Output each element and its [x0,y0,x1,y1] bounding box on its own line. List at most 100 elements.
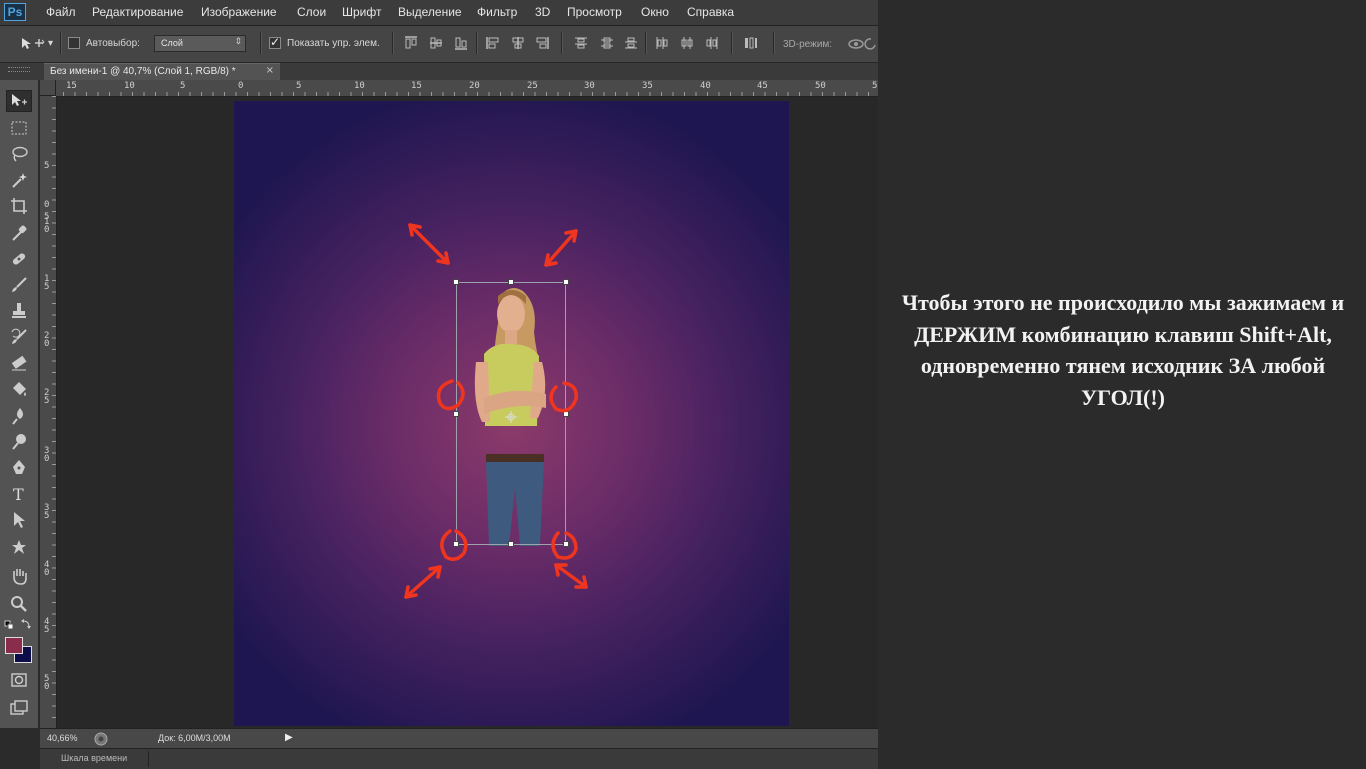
healing-brush-tool[interactable] [6,248,32,270]
align-bottom-edges-icon[interactable] [454,36,468,50]
menu-filter[interactable]: Фильтр [477,5,517,19]
ruler-label: 0 [44,225,50,235]
foreground-color-swatch[interactable] [5,637,23,654]
distribute-bottom-edges-icon[interactable] [624,36,638,50]
chevron-down-icon[interactable]: ▾ [48,38,53,49]
crop-icon [11,198,27,214]
status-menu-arrow-icon[interactable]: ▶ [285,732,293,743]
menu-help[interactable]: Справка [687,5,734,19]
menu-image[interactable]: Изображение [201,5,277,19]
path-selection-tool[interactable] [6,509,32,531]
menu-layers[interactable]: Слои [297,5,326,19]
magic-wand-tool[interactable] [6,169,32,191]
ruler-label: 35 [642,81,653,91]
menu-3d[interactable]: 3D [535,5,550,19]
layer-select-dropdown[interactable]: Слой ⇕ [154,35,246,52]
menu-window[interactable]: Окно [641,5,669,19]
document-size-info: Док: 6,00M/3,00M [158,733,231,743]
divider [561,32,563,54]
menu-file[interactable]: Файл [46,5,76,19]
align-right-edges-icon[interactable] [535,36,549,50]
move-icon [12,94,27,106]
ruler-ticks [52,96,56,728]
orbit-3d-icon[interactable] [847,36,878,52]
3d-mode-label: 3D-режим: [783,39,833,50]
timeline-tab[interactable]: Шкала времени [61,753,127,763]
ruler-label: 5 [44,625,50,635]
auto-align-layers-icon[interactable] [744,36,758,50]
clone-stamp-tool[interactable] [6,300,32,322]
svg-text:T: T [13,485,24,503]
ruler-label: 45 [757,81,768,91]
zoom-tool[interactable] [6,593,32,615]
history-brush-tool[interactable] [6,326,32,348]
default-swap-colors-icon[interactable] [4,619,34,631]
document-canvas[interactable] [234,101,789,726]
pen-tool[interactable] [6,457,32,479]
vertical-ruler[interactable]: 5 0 5 1 0 1 5 2 0 2 5 3 0 3 5 4 0 4 5 5 … [40,96,57,728]
distribute-top-edges-icon[interactable] [574,36,588,50]
zoom-level[interactable]: 40,66% [47,733,78,743]
band-aid-icon [12,253,26,265]
type-tool[interactable]: T [6,483,32,505]
eyedropper-tool[interactable] [6,222,32,244]
move-tool-preset-icon[interactable] [20,37,46,51]
move-tool[interactable] [6,90,32,112]
divider [60,32,62,54]
pen-icon [13,460,25,474]
eraser-tool[interactable] [6,352,32,374]
screen-mode-icon [10,700,28,715]
horizontal-ruler[interactable]: 15 10 5 0 5 10 15 20 25 30 35 40 45 50 5… [40,80,878,97]
close-icon[interactable]: × [266,65,274,76]
menu-edit[interactable]: Редактирование [92,5,183,19]
dodge-icon [12,434,26,450]
ruler-label: 15 [66,81,77,91]
ruler-ticks [40,92,878,96]
blur-tool[interactable] [6,405,32,427]
crop-tool[interactable] [6,195,32,217]
screen-mode-tool[interactable] [6,697,32,719]
ruler-label: 0 [44,682,50,692]
paint-bucket-tool[interactable] [6,378,32,400]
ruler-origin[interactable] [40,80,56,96]
menu-select[interactable]: Выделение [398,5,462,19]
align-horizontal-centers-icon[interactable] [511,36,525,50]
document-tab[interactable]: Без имени-1 @ 40,7% (Слой 1, RGB/8) * × [44,63,280,80]
distribute-left-edges-icon[interactable] [655,36,669,50]
align-vertical-centers-icon[interactable] [429,36,443,50]
show-controls-checkbox[interactable] [269,35,281,49]
distribute-vertical-centers-icon[interactable] [600,36,614,50]
align-top-edges-icon[interactable] [404,36,418,50]
autoselect-checkbox[interactable] [68,37,80,49]
document-profile-icon[interactable] [94,732,108,746]
ruler-label: 5 [44,282,50,292]
hand-icon [13,569,27,585]
hand-tool[interactable] [6,565,32,587]
photoshop-logo: Ps [4,3,26,21]
distribute-horizontal-centers-icon[interactable] [680,36,694,50]
align-left-edges-icon[interactable] [486,36,500,50]
tools-panel: T [0,67,39,728]
ruler-label: 0 [44,339,50,349]
shape-icon [12,540,26,554]
ruler-label: 5 [44,161,50,171]
panel-grip[interactable] [8,67,30,72]
menu-type[interactable]: Шрифт [342,5,381,19]
divider [731,32,733,54]
ruler-label: 40 [700,81,711,91]
menu-view[interactable]: Просмотр [567,5,622,19]
quick-mask-icon [11,673,27,687]
dodge-tool[interactable] [6,431,32,453]
type-icon: T [13,485,24,503]
eraser-icon [11,355,27,371]
distribute-right-edges-icon[interactable] [705,36,719,50]
rectangular-marquee-icon [11,121,27,135]
quick-mask-tool[interactable] [6,669,32,691]
stamp-icon [12,303,26,318]
brush-tool[interactable] [6,274,32,296]
lasso-tool[interactable] [6,143,32,165]
ruler-label: 5 [296,81,302,91]
marquee-tool[interactable] [6,117,32,139]
show-controls-label: Показать упр. элем. [287,38,380,49]
custom-shape-tool[interactable] [6,536,32,558]
